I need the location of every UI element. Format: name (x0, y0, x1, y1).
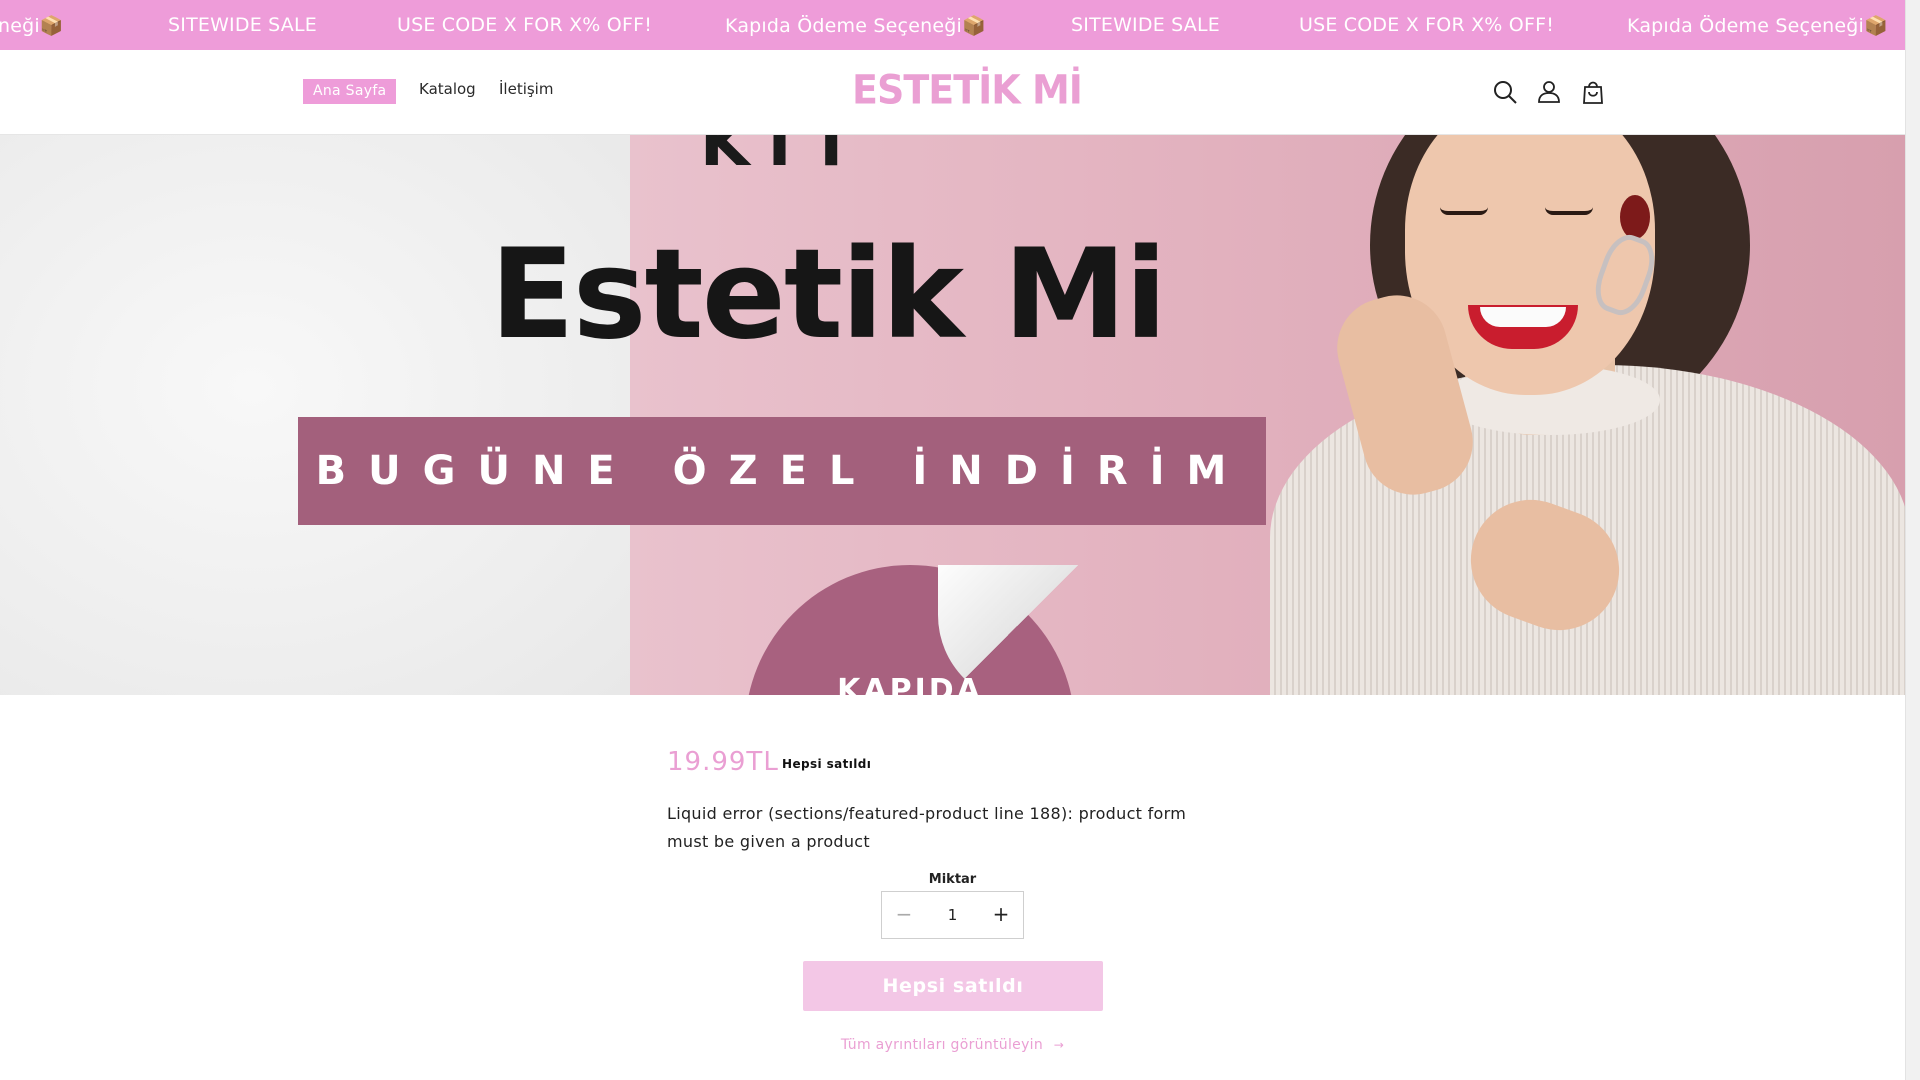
quantity-input[interactable]: 1 (926, 892, 979, 938)
page-scrollbar[interactable] (1905, 0, 1920, 1080)
banner-brand: Estetik Mi (490, 223, 1167, 367)
site-header: Ana Sayfa Katalog İletişim ESTETİK Mİ (0, 50, 1905, 135)
announcement-item: Kapıda Ödeme Seçeneği📦 (725, 15, 986, 37)
announcement-item: neği📦 (0, 15, 64, 37)
model-earring (1620, 195, 1650, 239)
view-details-link[interactable]: Tüm ayrıntıları görüntüleyin → (0, 1037, 1905, 1053)
nav-catalog[interactable]: Katalog (419, 80, 476, 98)
announcement-item: USE CODE X FOR X% OFF! (397, 14, 653, 36)
nav-home[interactable]: Ana Sayfa (303, 79, 397, 104)
announcement-item: USE CODE X FOR X% OFF! (1299, 14, 1555, 36)
sold-out-badge: Hepsi satıldı (782, 757, 872, 771)
product-price: 19.99TL (667, 747, 779, 777)
announcement-bar: neği📦 SITEWIDE SALE USE CODE X FOR X% OF… (0, 0, 1905, 50)
hero-banner: KIT Estetik Mi KAPIDA BUGÜNE ÖZEL İNDİRİ… (0, 135, 1905, 695)
search-icon[interactable] (1491, 78, 1519, 106)
model-eye (1440, 207, 1488, 215)
quantity-increase-button[interactable]: + (979, 892, 1023, 938)
banner-strip: BUGÜNE ÖZEL İNDİRİM (298, 417, 1266, 525)
site-logo[interactable]: ESTETİK Mİ (852, 67, 1083, 113)
quantity-label: Miktar (928, 872, 977, 887)
banner-strip-text: BUGÜNE ÖZEL İNDİRİM (315, 448, 1249, 494)
view-details-label: Tüm ayrıntıları görüntüleyin (840, 1037, 1044, 1053)
quantity-decrease-button[interactable]: − (882, 892, 926, 938)
arrow-right-icon: → (1053, 1038, 1065, 1052)
banner-background (0, 135, 630, 695)
model-eye (1545, 207, 1593, 215)
product-description: Liquid error (sections/featured-product … (667, 804, 1187, 851)
announcement-item: SITEWIDE SALE (168, 14, 317, 36)
announcement-item: Kapıda Ödeme Seçeneği📦 (1627, 15, 1888, 37)
quantity-stepper: − 1 + (881, 891, 1024, 939)
cart-icon[interactable] (1579, 78, 1607, 106)
model-photo (1240, 135, 1905, 695)
nav-contact[interactable]: İletişim (499, 80, 553, 98)
sold-out-button[interactable]: Hepsi satıldı (803, 961, 1103, 1011)
announcement-item: SITEWIDE SALE (1071, 14, 1220, 36)
account-icon[interactable] (1535, 78, 1563, 106)
model-teeth (1480, 307, 1566, 327)
banner-top-word: KIT (700, 135, 872, 181)
